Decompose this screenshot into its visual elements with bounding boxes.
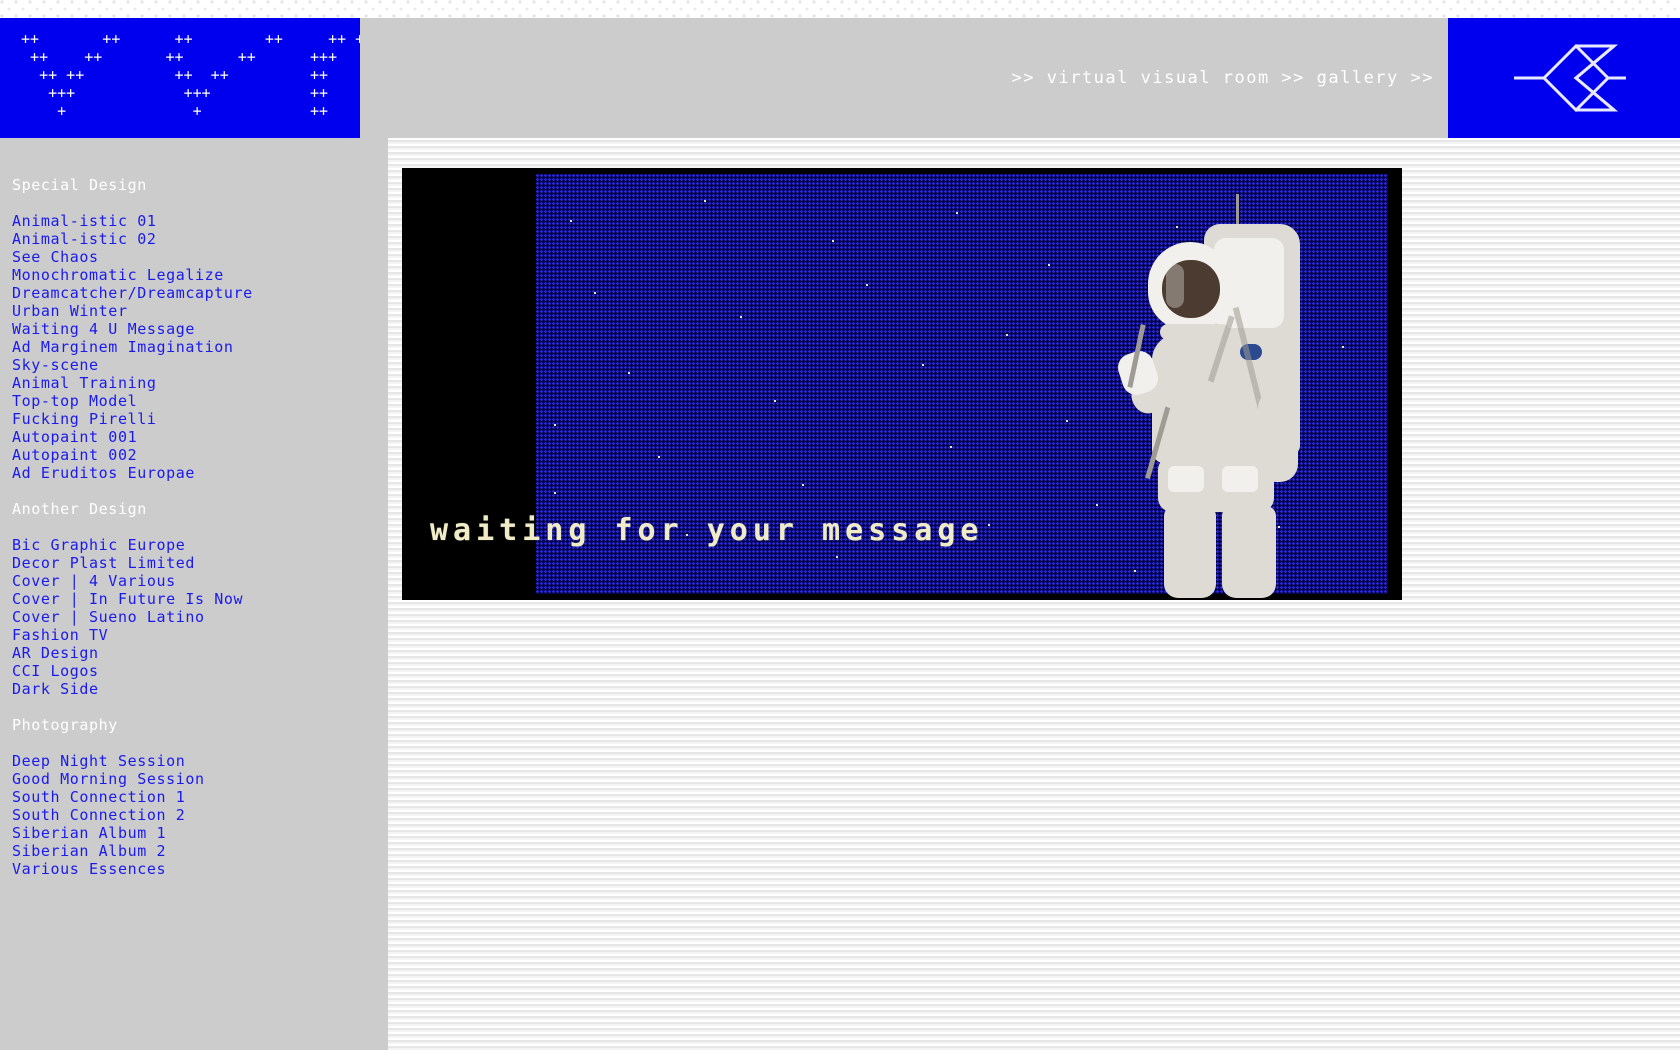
page-header: ++ ++ ++ ++ ++ + ++ ++ ++ ++ ++ + + + ++ ++ … — [0, 18, 1680, 138]
brand-mark[interactable] — [1448, 18, 1680, 138]
ascii-art-logo: ++ ++ ++ ++ ++ + ++ ++ ++ ++ ++ + + + ++ ++ … — [0, 18, 360, 138]
sidebar-item-cover-4-various[interactable]: Cover | 4 Various — [12, 572, 388, 590]
star-dot — [1096, 504, 1098, 506]
star-dot — [866, 284, 868, 286]
gallery-image[interactable]: waiting for your message — [402, 168, 1402, 600]
diamond-arrow-icon — [1500, 30, 1628, 126]
star-dot — [988, 524, 990, 526]
sidebar-item-deep-night-session[interactable]: Deep Night Session — [12, 752, 388, 770]
star-dot — [802, 484, 804, 486]
nav-section-title-another-design: Another Design — [12, 500, 147, 518]
star-dot — [1048, 264, 1050, 266]
sidebar-item-ar-design[interactable]: AR Design — [12, 644, 388, 662]
star-dot — [740, 316, 742, 318]
star-dot — [554, 492, 556, 494]
sidebar-item-see-chaos[interactable]: See Chaos — [12, 248, 388, 266]
top-texture-strip — [0, 0, 1680, 18]
sidebar-item-dreamcatcher-dreamcapture[interactable]: Dreamcatcher/Dreamcapture — [12, 284, 388, 302]
sidebar-item-autopaint-001[interactable]: Autopaint 001 — [12, 428, 388, 446]
star-dot — [832, 240, 834, 242]
sidebar-item-top-top-model[interactable]: Top-top Model — [12, 392, 388, 410]
nav-section-title-photography: Photography — [12, 716, 118, 734]
sidebar-item-fucking-pirelli[interactable]: Fucking Pirelli — [12, 410, 388, 428]
sidebar-item-cover-sueno-latino[interactable]: Cover | Sueno Latino — [12, 608, 388, 626]
sidebar-item-monochromatic-legalize[interactable]: Monochromatic Legalize — [12, 266, 388, 284]
star-dot — [704, 200, 706, 202]
sidebar-navigation: Special Design Animal-istic 01 Animal-is… — [0, 138, 388, 1050]
sidebar-item-fashion-tv[interactable]: Fashion TV — [12, 626, 388, 644]
star-dot — [836, 556, 838, 558]
sidebar-item-animal-istic-02[interactable]: Animal-istic 02 — [12, 230, 388, 248]
star-dot — [1342, 346, 1344, 348]
nav-section-title-special-design: Special Design — [12, 176, 147, 194]
nav-group-special-design: Special Design Animal-istic 01 Animal-is… — [12, 176, 388, 482]
sidebar-item-urban-winter[interactable]: Urban Winter — [12, 302, 388, 320]
sidebar-item-waiting-4-u-message[interactable]: Waiting 4 U Message — [12, 320, 388, 338]
star-dot — [922, 364, 924, 366]
sidebar-item-cci-logos[interactable]: CCI Logos — [12, 662, 388, 680]
sidebar-item-animal-istic-01[interactable]: Animal-istic 01 — [12, 212, 388, 230]
star-dot — [1006, 334, 1008, 336]
sidebar-item-dark-side[interactable]: Dark Side — [12, 680, 388, 698]
star-dot — [956, 212, 958, 214]
astronaut-figure — [1114, 194, 1328, 598]
sidebar-item-bic-graphic-europe[interactable]: Bic Graphic Europe — [12, 536, 388, 554]
sidebar-item-ad-marginem-imagination[interactable]: Ad Marginem Imagination — [12, 338, 388, 356]
page-root: ++ ++ ++ ++ ++ + ++ ++ ++ ++ ++ + + + ++ ++ … — [0, 0, 1680, 1050]
sidebar-item-ad-eruditos-europae[interactable]: Ad Eruditos Europae — [12, 464, 388, 482]
star-dot — [1066, 420, 1068, 422]
breadcrumb[interactable]: >> virtual visual room >> gallery >> — [1012, 18, 1448, 138]
star-dot — [570, 220, 572, 222]
sidebar-item-decor-plast-limited[interactable]: Decor Plast Limited — [12, 554, 388, 572]
nav-group-another-design: Another Design Bic Graphic Europe Decor … — [12, 500, 388, 698]
sidebar-item-various-essences[interactable]: Various Essences — [12, 860, 388, 878]
sidebar-item-siberian-album-1[interactable]: Siberian Album 1 — [12, 824, 388, 842]
sidebar-item-autopaint-002[interactable]: Autopaint 002 — [12, 446, 388, 464]
sidebar-item-cover-in-future-is-now[interactable]: Cover | In Future Is Now — [12, 590, 388, 608]
led-marquee-text: waiting for your message — [430, 513, 984, 548]
nav-group-photography: Photography Deep Night Session Good Morn… — [12, 716, 388, 878]
star-dot — [774, 400, 776, 402]
sidebar-item-siberian-album-2[interactable]: Siberian Album 2 — [12, 842, 388, 860]
sidebar-item-good-morning-session[interactable]: Good Morning Session — [12, 770, 388, 788]
sidebar-item-animal-training[interactable]: Animal Training — [12, 374, 388, 392]
star-dot — [950, 446, 952, 448]
sidebar-item-sky-scene[interactable]: Sky-scene — [12, 356, 388, 374]
sidebar-item-south-connection-2[interactable]: South Connection 2 — [12, 806, 388, 824]
star-dot — [594, 292, 596, 294]
body-area: Special Design Animal-istic 01 Animal-is… — [0, 138, 1680, 1050]
sidebar-item-south-connection-1[interactable]: South Connection 1 — [12, 788, 388, 806]
star-dot — [554, 424, 556, 426]
star-dot — [658, 456, 660, 458]
star-dot — [628, 372, 630, 374]
